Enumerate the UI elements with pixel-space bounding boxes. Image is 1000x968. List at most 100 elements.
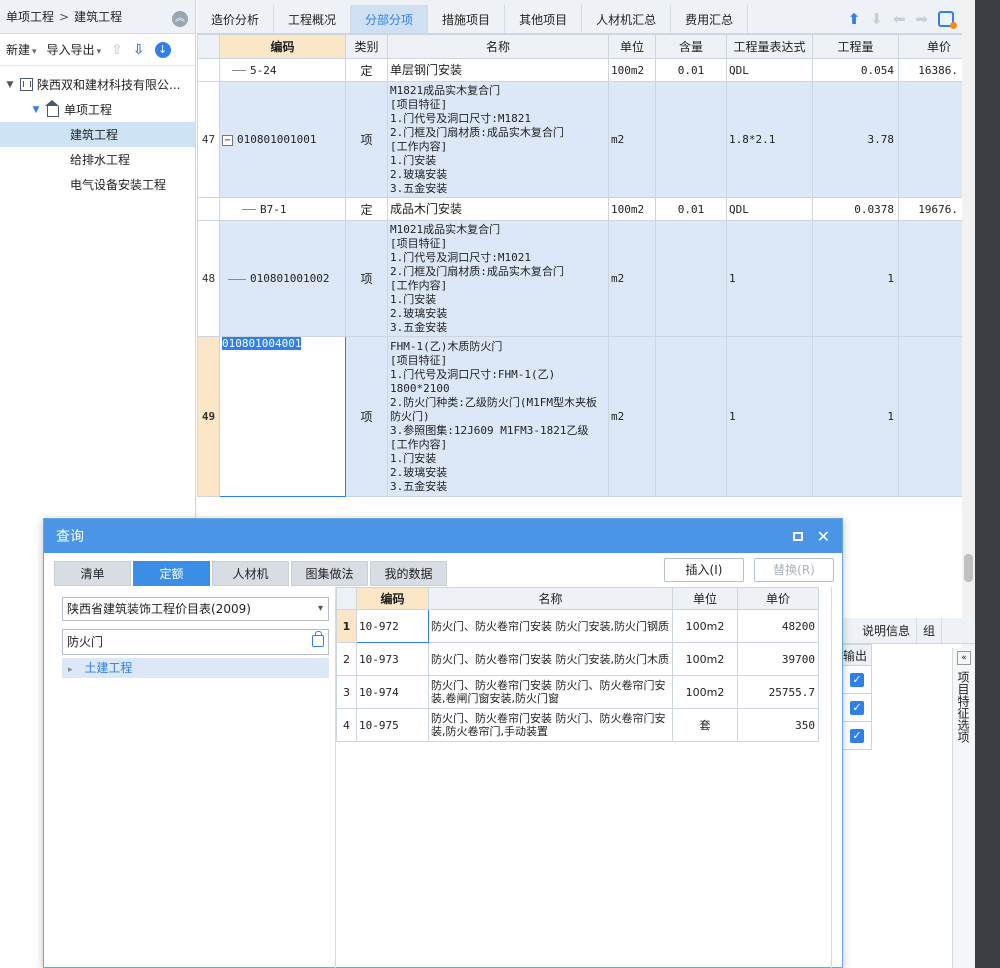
tab-atlas-method[interactable]: 图集做法 xyxy=(291,561,368,586)
unit-cell[interactable]: m2 xyxy=(608,336,656,497)
tree-item-plumbing[interactable]: 给排水工程 xyxy=(0,147,195,172)
expression-cell[interactable]: 1 xyxy=(726,220,813,337)
table-row[interactable]: 5-24 定 单层钢门安装 100m2 0.01 QDL 0.054 16386… xyxy=(197,58,963,82)
clear-search-icon[interactable] xyxy=(312,631,324,647)
move-left-icon[interactable]: ⬅ xyxy=(893,10,906,28)
result-code[interactable]: 10-972 xyxy=(356,609,429,643)
output-checkbox-cell[interactable]: ✓ xyxy=(842,694,872,722)
tree-item-single-project[interactable]: ▼ 单项工程 xyxy=(0,97,195,122)
header-unit[interactable]: 单位 xyxy=(608,34,656,59)
breadcrumb-item-single-project[interactable]: 单项工程 xyxy=(6,8,54,25)
replace-button[interactable]: 替换(R) xyxy=(754,558,834,582)
expand-panel-icon[interactable]: « xyxy=(957,651,971,665)
expression-cell[interactable]: QDL xyxy=(726,58,813,82)
unit-cell[interactable]: 100m2 xyxy=(608,58,656,82)
code-cell[interactable]: −010801001001 xyxy=(219,81,346,198)
feature-options-label[interactable]: 项目特征选项 xyxy=(955,671,972,743)
header-code[interactable]: 编码 xyxy=(219,34,346,59)
name-cell[interactable]: M1021成品实木复合门 [项目特征] 1.门代号及洞口尺寸:M1021 2.门… xyxy=(387,220,609,337)
code-cell-editing[interactable]: 010801004001 xyxy=(219,336,346,497)
unit-cell[interactable]: 100m2 xyxy=(608,197,656,221)
type-cell[interactable]: 定 xyxy=(345,58,388,82)
price-cell[interactable] xyxy=(898,81,963,198)
breadcrumb-item-building[interactable]: 建筑工程 xyxy=(74,8,122,25)
expression-cell[interactable]: QDL xyxy=(726,197,813,221)
result-row[interactable]: 1 10-972 防火门、防火卷帘门安装 防火门安装,防火门钢质 100m2 4… xyxy=(336,609,819,643)
header-quantity[interactable]: 工程量 xyxy=(812,34,899,59)
result-row[interactable]: 4 10-975 防火门、防火卷帘门安装 防火门、防火卷帘门安装,防火卷帘门,手… xyxy=(336,708,819,742)
unit-cell[interactable]: m2 xyxy=(608,220,656,337)
checkbox-checked-icon[interactable]: ✓ xyxy=(850,700,864,715)
quantity-cell[interactable]: 0.0378 xyxy=(812,197,899,221)
expand-icon[interactable]: ▼ xyxy=(30,105,42,115)
price-cell[interactable]: 16386. xyxy=(898,58,963,82)
download-icon[interactable]: ↓ xyxy=(154,41,171,58)
header-content[interactable]: 含量 xyxy=(655,34,727,59)
content-cell[interactable] xyxy=(655,220,727,337)
header-price[interactable]: 单价 xyxy=(898,34,963,59)
result-name[interactable]: 防火门、防火卷帘门安装 防火门、防火卷帘门安装,卷闸门窗安装,防火门窗 xyxy=(428,675,673,709)
result-unit[interactable]: 套 xyxy=(672,708,738,742)
new-button[interactable]: 新建 xyxy=(6,41,37,58)
move-up-icon[interactable]: ⇧ xyxy=(111,42,123,58)
tab-measures[interactable]: 措施项目 xyxy=(428,5,506,33)
tab-project-overview[interactable]: 工程概况 xyxy=(274,5,352,33)
content-cell[interactable]: 0.01 xyxy=(655,58,727,82)
tab-description-info[interactable]: 说明信息 xyxy=(842,618,918,643)
collapse-icon[interactable]: ︽ xyxy=(172,11,188,27)
tab-cost-analysis[interactable]: 造价分析 xyxy=(197,5,275,33)
tab-bill-list[interactable]: 清单 xyxy=(54,561,131,586)
insert-button[interactable]: 插入(I) xyxy=(664,558,744,582)
type-cell[interactable]: 项 xyxy=(345,336,388,497)
header-type[interactable]: 类别 xyxy=(345,34,388,59)
price-cell[interactable] xyxy=(898,336,963,497)
tab-my-data[interactable]: 我的数据 xyxy=(370,561,447,586)
quantity-cell[interactable]: 3.78 xyxy=(812,81,899,198)
result-unit[interactable]: 100m2 xyxy=(672,675,738,709)
type-cell[interactable]: 项 xyxy=(345,220,388,337)
settings-icon[interactable] xyxy=(938,11,957,29)
maximize-icon[interactable] xyxy=(792,531,803,541)
tree-item-building[interactable]: 建筑工程 xyxy=(0,122,195,147)
quantity-cell[interactable]: 0.054 xyxy=(812,58,899,82)
unit-cell[interactable]: m2 xyxy=(608,81,656,198)
checkbox-checked-icon[interactable]: ✓ xyxy=(850,672,864,687)
result-name[interactable]: 防火门、防火卷帘门安装 防火门安装,防火门木质 xyxy=(428,642,673,676)
price-cell[interactable] xyxy=(898,220,963,337)
header-name[interactable]: 名称 xyxy=(428,587,673,610)
result-row[interactable]: 2 10-973 防火门、防火卷帘门安装 防火门安装,防火门木质 100m2 3… xyxy=(336,642,819,676)
header-code[interactable]: 编码 xyxy=(356,587,429,610)
code-cell[interactable]: B7-1 xyxy=(219,197,346,221)
result-code[interactable]: 10-974 xyxy=(356,675,429,709)
result-name[interactable]: 防火门、防火卷帘门安装 防火门安装,防火门钢质 xyxy=(428,609,673,643)
expression-cell[interactable]: 1.8*2.1 xyxy=(726,81,813,198)
table-row[interactable]: 48 010801001002 项 M1021成品实木复合门 [项目特征] 1.… xyxy=(197,220,963,337)
table-row[interactable]: 47 −010801001001 项 M1821成品实木复合门 [项目特征] 1… xyxy=(197,81,963,198)
result-price[interactable]: 48200 xyxy=(737,609,819,643)
tab-other-items[interactable]: 其他项目 xyxy=(505,5,583,33)
tree-item-company[interactable]: ▼ 陕西双和建材科技有限公... xyxy=(0,72,195,97)
expand-icon[interactable]: ▸ xyxy=(68,665,73,675)
result-code[interactable]: 10-975 xyxy=(356,708,429,742)
price-cell[interactable]: 19676. xyxy=(898,197,963,221)
header-expression[interactable]: 工程量表达式 xyxy=(726,34,813,59)
tab-resource-summary[interactable]: 人材机汇总 xyxy=(582,5,672,33)
move-right-icon[interactable]: ➡ xyxy=(915,10,928,28)
tab-resources[interactable]: 人材机 xyxy=(212,561,289,586)
quantity-cell[interactable]: 1 xyxy=(812,220,899,337)
header-price[interactable]: 单价 xyxy=(737,587,819,610)
quantity-cell[interactable]: 1 xyxy=(812,336,899,497)
tab-cost-summary[interactable]: 费用汇总 xyxy=(671,5,749,33)
expression-cell[interactable]: 1 xyxy=(726,336,813,497)
collapse-icon[interactable]: − xyxy=(222,134,233,146)
output-checkbox-cell[interactable]: ✓ xyxy=(842,666,872,694)
code-cell[interactable]: 010801001002 xyxy=(219,220,346,337)
name-cell[interactable]: 单层钢门安装 xyxy=(387,58,609,82)
content-cell[interactable] xyxy=(655,81,727,198)
result-price[interactable]: 350 xyxy=(737,708,819,742)
content-cell[interactable]: 0.01 xyxy=(655,197,727,221)
move-down-icon[interactable]: ⇩ xyxy=(133,42,145,58)
table-row[interactable]: B7-1 定 成品木门安装 100m2 0.01 QDL 0.0378 1967… xyxy=(197,197,963,221)
tab-sub-items[interactable]: 分部分项 xyxy=(351,5,429,33)
result-price[interactable]: 39700 xyxy=(737,642,819,676)
